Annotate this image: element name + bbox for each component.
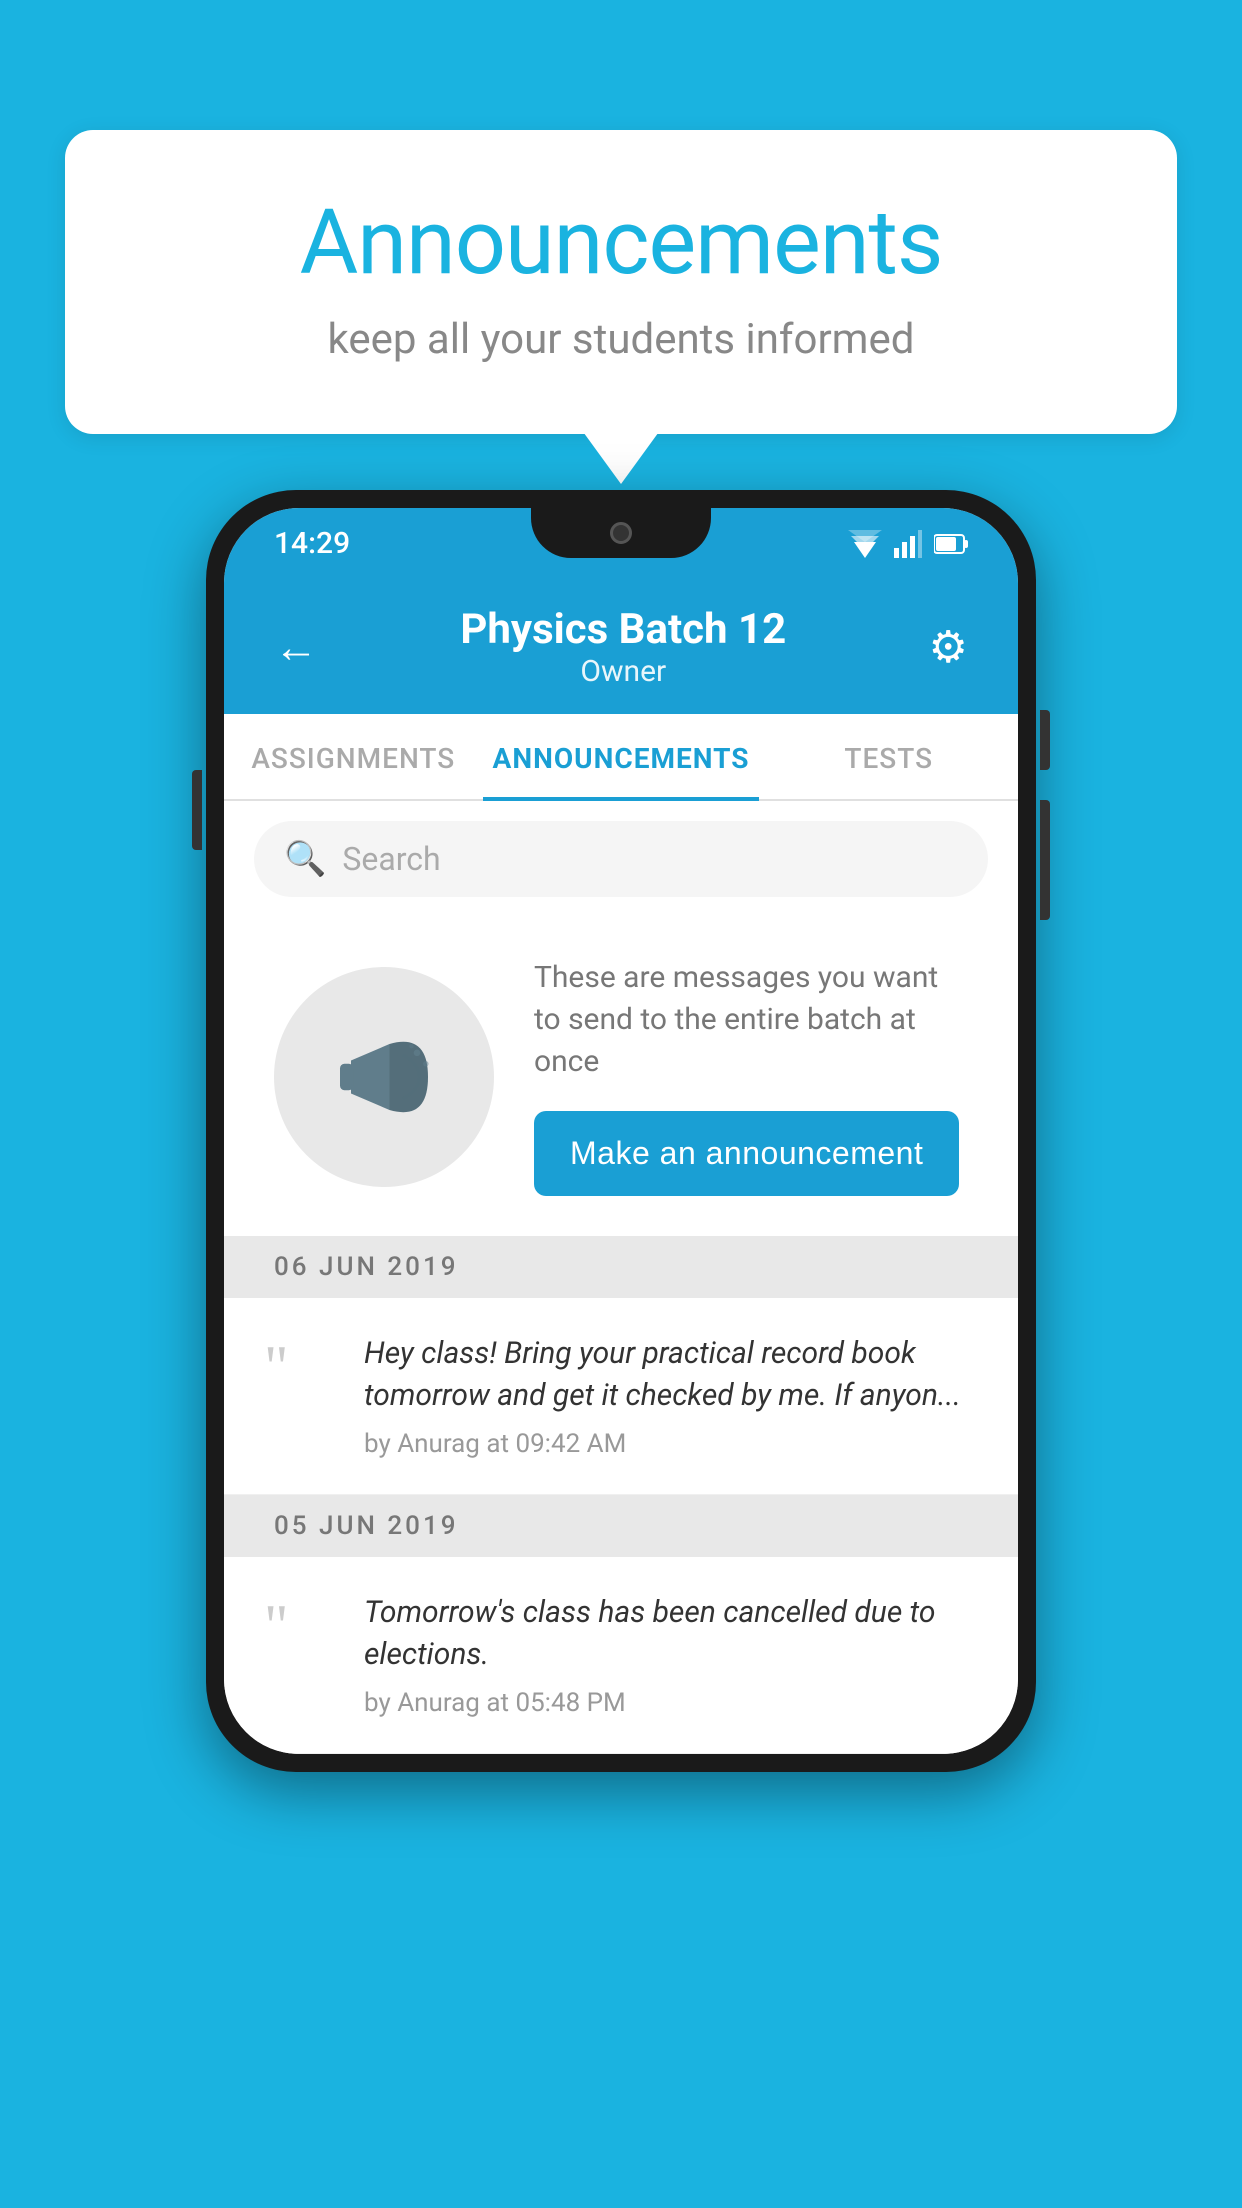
phone-wrapper: 14:29 [206,490,1036,1772]
power-button-top [1040,710,1050,770]
announcement-item-1[interactable]: " Hey class! Bring your practical record… [224,1298,1018,1495]
promo-description: These are messages you want to send to t… [534,957,968,1083]
notch [531,508,711,558]
battery-icon [934,533,968,555]
batch-title: Physics Batch 12 [318,605,929,654]
announcement-promo: These are messages you want to send to t… [224,917,1018,1236]
power-button-bottom [1040,800,1050,920]
back-button[interactable]: ← [274,625,318,669]
signal-icon [894,530,922,558]
status-time: 14:29 [274,526,350,561]
announcement-content-1: Hey class! Bring your practical record b… [364,1333,968,1459]
announcement-text-1: Hey class! Bring your practical record b… [364,1333,968,1417]
tab-announcements[interactable]: ANNOUNCEMENTS [483,714,760,799]
search-container: 🔍 Search [224,801,1018,917]
make-announcement-button[interactable]: Make an announcement [534,1111,959,1196]
speech-bubble-container: Announcements keep all your students inf… [65,130,1177,434]
app-header: ← Physics Batch 12 Owner ⚙ [224,575,1018,714]
tab-tests[interactable]: TESTS [759,714,1018,799]
header-center: Physics Batch 12 Owner [318,605,929,689]
phone-screen: 14:29 [224,508,1018,1754]
announcement-content-2: Tomorrow's class has been cancelled due … [364,1592,968,1718]
date-divider-1: 06 JUN 2019 [224,1236,1018,1298]
date-divider-2: 05 JUN 2019 [224,1495,1018,1557]
status-icons [848,530,968,558]
tab-assignments[interactable]: ASSIGNMENTS [224,714,483,799]
announcement-meta-2: by Anurag at 05:48 PM [364,1688,968,1718]
phone-frame: 14:29 [206,490,1036,1772]
announcement-meta-1: by Anurag at 09:42 AM [364,1429,968,1459]
search-box[interactable]: 🔍 Search [254,821,988,897]
settings-button[interactable]: ⚙ [929,621,968,673]
volume-button [192,770,202,850]
search-icon: 🔍 [284,839,326,879]
announcement-text-2: Tomorrow's class has been cancelled due … [364,1592,968,1676]
promo-icon-circle [274,967,494,1187]
promo-content: These are messages you want to send to t… [534,957,968,1196]
front-camera [610,522,632,544]
speech-bubble: Announcements keep all your students inf… [65,130,1177,434]
wifi-icon [848,530,882,558]
tabs-bar: ASSIGNMENTS ANNOUNCEMENTS TESTS [224,714,1018,801]
owner-label: Owner [318,654,929,689]
search-placeholder: Search [342,840,440,878]
quote-icon-2: " [264,1602,334,1650]
megaphone-icon [329,1022,439,1132]
bubble-subtitle: keep all your students informed [145,315,1097,364]
announcement-item-2[interactable]: " Tomorrow's class has been cancelled du… [224,1557,1018,1754]
quote-icon-1: " [264,1343,334,1391]
bubble-title: Announcements [145,190,1097,295]
